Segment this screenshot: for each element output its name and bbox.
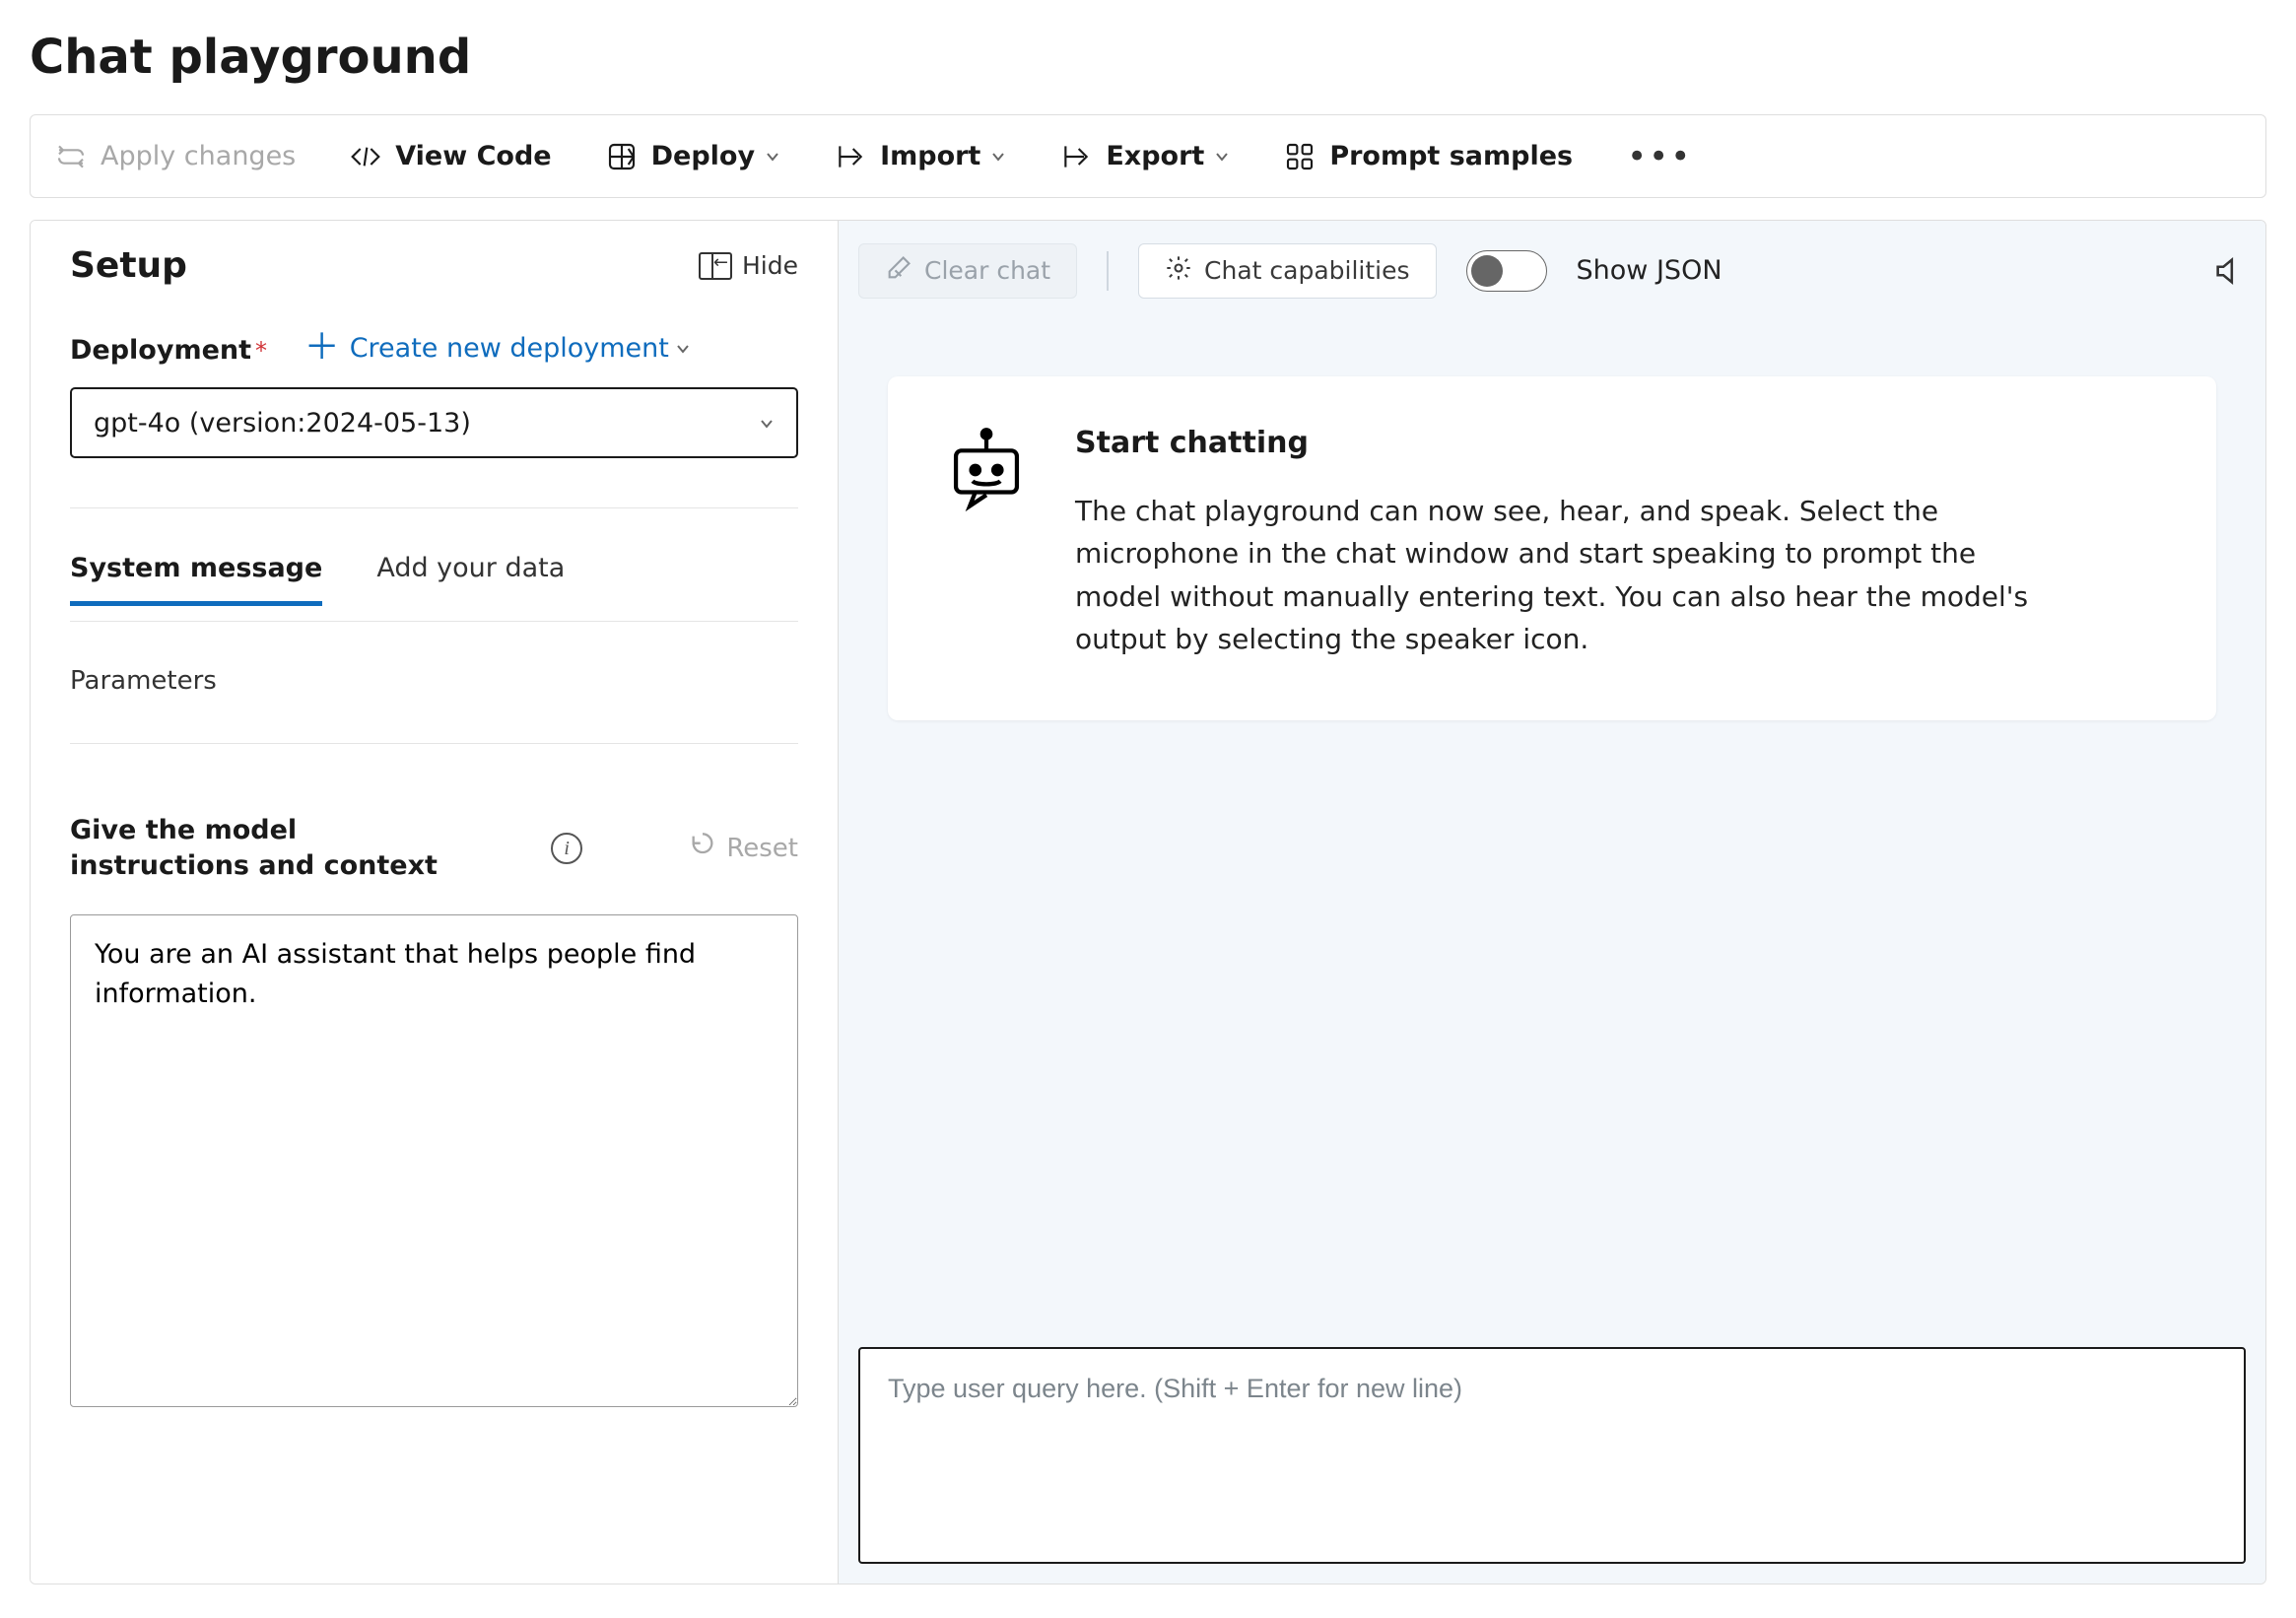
page-title: Chat playground bbox=[30, 30, 2266, 85]
deployment-label: Deployment bbox=[70, 335, 251, 366]
hide-panel-button[interactable]: Hide bbox=[699, 251, 798, 280]
user-query-box[interactable] bbox=[858, 1347, 2246, 1564]
reset-label: Reset bbox=[726, 834, 798, 863]
reset-icon bbox=[689, 832, 716, 866]
import-label: Import bbox=[880, 141, 980, 171]
prompt-samples-button[interactable]: Prompt samples bbox=[1284, 141, 1573, 172]
chevron-down-icon bbox=[765, 141, 780, 171]
reset-button: Reset bbox=[689, 832, 798, 866]
divider-vertical bbox=[1107, 251, 1109, 291]
clear-chat-button: Clear chat bbox=[858, 243, 1077, 299]
view-code-button[interactable]: View Code bbox=[350, 141, 551, 172]
instructions-heading: Give the model instructions and context bbox=[70, 813, 444, 885]
deployment-selected-value: gpt-4o (version:2024-05-13) bbox=[94, 408, 471, 438]
hide-label: Hide bbox=[742, 251, 798, 280]
apply-changes-button: Apply changes bbox=[55, 141, 296, 172]
chat-capabilities-label: Chat capabilities bbox=[1204, 256, 1409, 285]
gear-icon bbox=[1165, 254, 1192, 288]
eraser-icon bbox=[885, 254, 912, 288]
divider bbox=[70, 743, 798, 744]
parameters-tab[interactable]: Parameters bbox=[70, 666, 798, 696]
sync-arrows-icon bbox=[55, 141, 87, 172]
robot-icon bbox=[942, 426, 1031, 661]
deploy-icon bbox=[606, 141, 638, 172]
deploy-label: Deploy bbox=[651, 141, 755, 171]
system-message-textarea[interactable] bbox=[70, 914, 798, 1407]
divider bbox=[70, 621, 798, 622]
card-body: The chat playground can now see, hear, a… bbox=[1075, 490, 2060, 661]
chevron-down-icon bbox=[675, 333, 691, 364]
code-icon bbox=[350, 141, 381, 172]
deploy-button[interactable]: Deploy bbox=[606, 141, 780, 172]
panel-collapse-icon bbox=[699, 252, 732, 280]
export-icon bbox=[1060, 141, 1092, 172]
show-json-label: Show JSON bbox=[1577, 255, 1722, 286]
import-icon bbox=[835, 141, 866, 172]
command-bar: Apply changes View Code Deploy Import Ex… bbox=[30, 114, 2266, 198]
more-button[interactable]: ••• bbox=[1627, 137, 1692, 176]
user-query-input[interactable] bbox=[888, 1374, 2216, 1404]
chevron-down-icon bbox=[1214, 141, 1230, 171]
chevron-down-icon bbox=[759, 408, 775, 438]
tab-system-message[interactable]: System message bbox=[70, 553, 322, 606]
view-code-label: View Code bbox=[395, 141, 551, 171]
create-new-deployment-link[interactable]: ＋ Create new deployment bbox=[304, 330, 691, 366]
chat-panel: Clear chat Chat capabilities Show JSON bbox=[839, 221, 2265, 1584]
clear-chat-label: Clear chat bbox=[924, 256, 1050, 285]
setup-tabs: System message Add your data bbox=[70, 553, 798, 607]
chat-capabilities-button[interactable]: Chat capabilities bbox=[1138, 243, 1436, 299]
divider bbox=[70, 507, 798, 508]
export-button[interactable]: Export bbox=[1060, 141, 1230, 172]
tab-add-your-data[interactable]: Add your data bbox=[376, 553, 565, 606]
show-json-toggle[interactable] bbox=[1466, 250, 1547, 292]
plus-icon: ＋ bbox=[304, 330, 340, 366]
deployment-select[interactable]: gpt-4o (version:2024-05-13) bbox=[70, 387, 798, 458]
grid-icon bbox=[1284, 141, 1316, 172]
info-icon[interactable]: i bbox=[551, 833, 582, 864]
start-chatting-card: Start chatting The chat playground can n… bbox=[888, 376, 2216, 720]
setup-title: Setup bbox=[70, 245, 187, 286]
speaker-icon[interactable] bbox=[2212, 254, 2246, 288]
chevron-down-icon bbox=[990, 141, 1006, 171]
export-label: Export bbox=[1106, 141, 1204, 171]
create-new-deployment-label: Create new deployment bbox=[350, 333, 669, 364]
apply-changes-label: Apply changes bbox=[101, 141, 296, 171]
import-button[interactable]: Import bbox=[835, 141, 1006, 172]
setup-panel: Setup Hide Deployment* ＋ Create new depl… bbox=[31, 221, 839, 1584]
workspace: Setup Hide Deployment* ＋ Create new depl… bbox=[30, 220, 2266, 1584]
required-asterisk: * bbox=[255, 337, 267, 365]
card-title: Start chatting bbox=[1075, 426, 2060, 460]
prompt-samples-label: Prompt samples bbox=[1329, 141, 1573, 171]
